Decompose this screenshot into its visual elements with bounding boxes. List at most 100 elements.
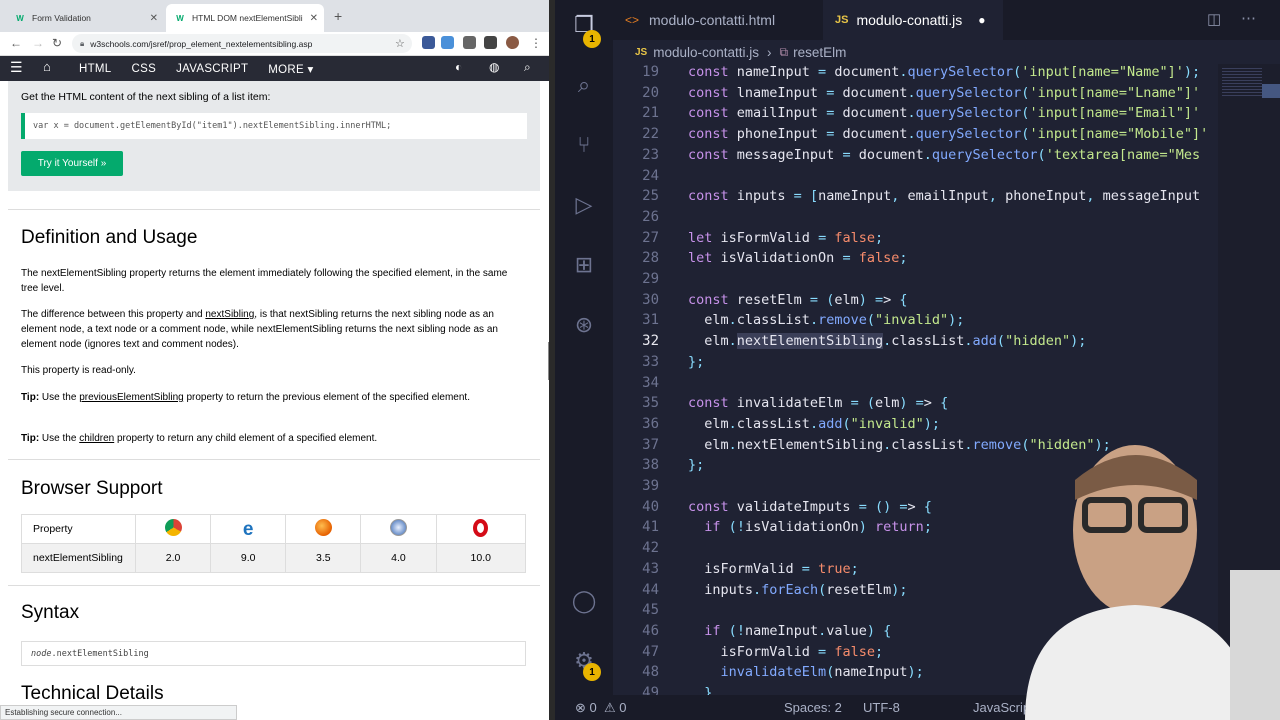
line-number: 42 [642, 540, 659, 557]
url-field[interactable]: 🔒︎ w3schools.com/jsref/prop_element_next… [72, 34, 412, 53]
code-line[interactable]: elm.classList.remove("invalid"); [688, 312, 964, 328]
minimap[interactable] [1218, 64, 1280, 695]
tab-label: modulo-contatti.html [649, 12, 776, 28]
code-line[interactable]: const emailInput = document.querySelecto… [688, 105, 1200, 121]
code-line[interactable]: const phoneInput = document.querySelecto… [688, 126, 1208, 142]
puzzle-icon[interactable] [484, 36, 497, 49]
code-line[interactable]: let isValidationOn = false; [688, 250, 908, 266]
editor-tab-bar: <> modulo-contatti.html JS modulo-conatt… [555, 0, 1280, 40]
bookmark-star-icon[interactable]: ☆ [395, 37, 405, 50]
forward-arrow-icon[interactable]: → [32, 36, 44, 50]
code-line[interactable]: const inputs = [nameInput, emailInput, p… [688, 188, 1200, 204]
unsaved-dot-icon[interactable]: ● [978, 13, 985, 27]
browser-tab-form-validation[interactable]: W Form Validation ✕ [6, 4, 164, 32]
breadcrumb-file[interactable]: modulo-contatti.js [653, 45, 759, 60]
browser-tab-next-element-sibling[interactable]: W HTML DOM nextElementSibli ✕ [166, 4, 324, 32]
version-safari: 4.0 [360, 543, 437, 573]
profile-avatar[interactable] [506, 36, 519, 49]
line-number: 23 [642, 146, 659, 163]
indentation-status[interactable]: Spaces: 2 [784, 700, 842, 715]
code-line[interactable]: const lnameInput = document.querySelecto… [688, 85, 1200, 101]
back-arrow-icon[interactable]: ← [10, 36, 22, 50]
line-number: 30 [642, 291, 659, 308]
account-icon[interactable]: ◯ [570, 588, 598, 616]
syntax-node: node [31, 649, 52, 659]
dark-mode-icon[interactable]: ◐ [455, 60, 462, 74]
close-tab-icon[interactable]: ✕ [310, 13, 318, 24]
git-graph-icon[interactable]: ⊛ [570, 312, 598, 340]
line-number: 48 [642, 664, 659, 681]
line-number: 19 [642, 64, 659, 80]
globe-icon[interactable]: ◍ [489, 60, 499, 74]
extensions-icon[interactable]: ⊞ [570, 252, 598, 280]
link-nextsibling[interactable]: nextSibling [205, 309, 254, 320]
link-previouselementsibling[interactable]: previousElementSibling [79, 392, 184, 403]
browser-window: W Form Validation ✕ W HTML DOM nextEleme… [0, 0, 549, 720]
line-number: 43 [642, 560, 659, 577]
table-cell-property: nextElementSibling [21, 543, 136, 573]
code-line[interactable]: const validateImputs = () => { [688, 499, 932, 515]
close-tab-icon[interactable]: ✕ [150, 13, 158, 24]
code-line[interactable]: elm.nextElementSibling.classList.remove(… [688, 437, 1111, 453]
home-icon[interactable]: ⌂ [43, 59, 51, 74]
language-mode-status[interactable]: JavaScript [973, 700, 1034, 715]
code-line[interactable]: isFormValid = true; [688, 561, 858, 577]
menu-dots-icon[interactable]: ⋮ [530, 36, 542, 50]
page-content: Get the HTML content of the next sibling… [0, 81, 549, 720]
tab-modulo-conatti-js[interactable]: JS modulo-conatti.js ● [823, 0, 1003, 40]
nav-css[interactable]: CSS [122, 63, 167, 75]
problems-indicator[interactable]: ⊗ 0 ⚠ 0 [575, 700, 626, 716]
syntax-code: node.nextElementSibling [21, 641, 526, 666]
code-line[interactable]: }; [688, 354, 704, 370]
split-editor-icon[interactable]: ◫ [1207, 10, 1221, 28]
text: property to return the previous element … [183, 392, 470, 403]
search-icon[interactable]: ⌕ [570, 72, 598, 100]
code-line[interactable]: if (!isValidationOn) return; [688, 519, 932, 535]
code-line[interactable]: const nameInput = document.querySelector… [688, 64, 1200, 80]
search-icon[interactable]: ⌕ [524, 60, 531, 75]
tab-modulo-contatti-html[interactable]: <> modulo-contatti.html [613, 0, 823, 40]
settings-badge: 1 [583, 663, 601, 681]
try-it-yourself-button[interactable]: Try it Yourself » [21, 151, 123, 176]
run-debug-icon[interactable]: ▷ [570, 192, 598, 220]
vscode-status-bar: ⊗ 0 ⚠ 0 Spaces: 2 UTF-8 JavaScript [555, 695, 1280, 720]
code-line[interactable]: elm.classList.add("invalid"); [688, 416, 940, 432]
code-line[interactable]: const messageInput = document.querySelec… [688, 147, 1200, 163]
breadcrumb-symbol[interactable]: resetElm [793, 45, 846, 60]
chevron-right-icon: › [767, 44, 772, 60]
code-line[interactable]: const invalidateElm = (elm) => { [688, 395, 948, 411]
hamburger-icon[interactable]: ☰ [10, 59, 23, 76]
example-intro: Get the HTML content of the next sibling… [21, 91, 271, 103]
tip-children: Tip: Use the children property to return… [21, 431, 526, 446]
encoding-status[interactable]: UTF-8 [863, 700, 900, 715]
tab-label: modulo-conatti.js [856, 12, 963, 28]
code-editor[interactable]: const nameInput = document.querySelector… [688, 64, 1213, 695]
code-line[interactable]: if (!nameInput.value) { [688, 623, 891, 639]
vscode-window: <> modulo-contatti.html JS modulo-conatt… [555, 0, 1280, 720]
extension-icon[interactable] [422, 36, 435, 49]
text: Use the [39, 433, 80, 444]
nav-more[interactable]: MORE ▾ [258, 62, 323, 76]
code-line[interactable]: const resetElm = (elm) => { [688, 292, 908, 308]
link-children[interactable]: children [79, 433, 114, 444]
code-line[interactable]: } [688, 685, 712, 695]
code-line[interactable]: invalidateElm(nameInput); [688, 664, 924, 680]
reload-icon[interactable]: ↻ [52, 36, 62, 50]
new-tab-icon[interactable]: + [334, 8, 342, 24]
code-line[interactable]: }; [688, 457, 704, 473]
extension-icon[interactable] [463, 36, 476, 49]
line-number-gutter: 19 20 21 22 23 24 25 26 27 28 29 30 31 32 33 34 35 36 37 38… [613, 64, 665, 701]
code-line[interactable]: let isFormValid = false; [688, 230, 883, 246]
code-line[interactable]: elm.nextElementSibling.classList.add("hi… [688, 333, 1086, 350]
code-line[interactable]: isFormValid = false; [688, 644, 884, 660]
line-number: 33 [642, 353, 659, 370]
nav-html[interactable]: HTML [69, 63, 122, 75]
line-number: 36 [642, 415, 659, 432]
more-actions-icon[interactable]: ⋯ [1241, 9, 1256, 27]
nav-javascript[interactable]: JAVASCRIPT [166, 63, 258, 75]
extension-icon[interactable] [441, 36, 454, 49]
code-line[interactable]: inputs.forEach(resetElm); [688, 582, 907, 598]
table-header-property: Property [21, 514, 136, 544]
version-chrome: 2.0 [134, 543, 212, 573]
source-control-icon[interactable]: ⑂ [570, 132, 598, 160]
